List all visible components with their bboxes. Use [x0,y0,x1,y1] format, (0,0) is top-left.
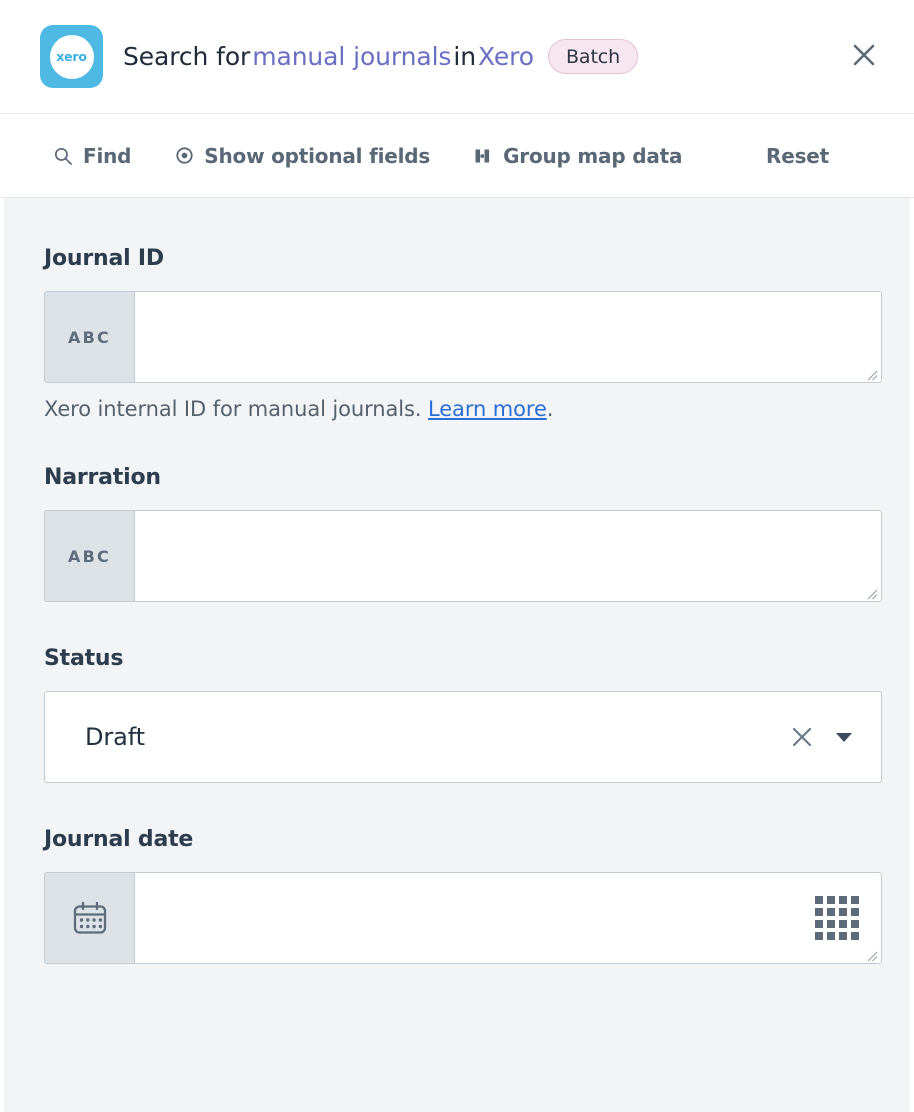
grid-cell [815,920,823,928]
search-modal: xero Search for manual journals in Xero … [0,0,914,1112]
resize-handle-icon [864,585,878,599]
grid-cell [827,932,835,940]
close-icon [849,40,879,73]
field-journal-id-label: Journal ID [44,246,874,271]
chevron-down-icon[interactable] [831,724,857,750]
grid-cell [827,896,835,904]
hint-period: . [547,397,554,421]
toolbar: Find Show optional fields Group map data [0,114,914,198]
learn-more-link[interactable]: Learn more [428,397,547,421]
field-status: Status Draft [44,646,874,783]
resize-handle-icon [864,947,878,961]
title-entity: manual journals [250,42,453,71]
grid-cell [851,920,859,928]
abc-text-icon: ABC [45,292,135,382]
toolbar-item-find[interactable]: Find [52,144,131,168]
grid-cell [839,920,847,928]
close-button[interactable] [842,35,886,79]
title-middle: in [453,42,476,71]
reset-button[interactable]: Reset [766,144,829,168]
grid-cell [827,920,835,928]
narration-input[interactable] [135,511,881,601]
grid-cell [839,896,847,904]
toolbar-item-show-optional-fields[interactable]: Show optional fields [173,144,430,168]
calendar-icon [45,873,135,963]
eye-icon [173,145,195,167]
grid-cell [851,932,859,940]
narration-input-group: ABC [44,510,882,602]
close-icon[interactable] [785,720,819,754]
field-journal-date: Journal date [44,827,874,964]
toolbar-item-group-map-data[interactable]: Group map data [472,144,682,168]
toolbar-item-find-label: Find [83,144,131,168]
field-journal-date-label: Journal date [44,827,874,852]
xero-logo: xero [40,25,103,88]
grid-cell [839,908,847,916]
grid-cell [815,932,823,940]
grid-cell [815,908,823,916]
logo-wordmark: xero [56,49,87,64]
search-icon [52,145,74,167]
journal-date-input[interactable] [135,873,881,963]
grid-cell [815,896,823,904]
page-title: Search for manual journals in Xero Batch [123,39,638,74]
toolbar-item-group-map-data-label: Group map data [503,144,682,168]
hint-text: Xero internal ID for manual journals. [44,397,421,421]
grid-cell [827,908,835,916]
field-status-label: Status [44,646,874,671]
grid-cell [839,932,847,940]
journal-id-input[interactable] [135,292,881,382]
status-badge: Batch [548,39,638,74]
bar-chart-icon [472,145,494,167]
field-journal-id-hint: Xero internal ID for manual journals. Le… [44,397,874,421]
toolbar-item-show-optional-fields-label: Show optional fields [204,144,430,168]
grid-cell [851,896,859,904]
field-narration-label: Narration [44,465,874,490]
title-app: Xero [476,42,536,71]
status-select[interactable]: Draft [44,691,882,783]
abc-text-icon: ABC [45,511,135,601]
grid-cell [851,908,859,916]
journal-id-input-group: ABC [44,291,882,383]
modal-header: xero Search for manual journals in Xero … [0,0,914,114]
grid-picker-icon[interactable] [815,896,859,940]
form-body: Journal ID ABC Xero internal ID for manu… [0,198,914,1112]
resize-handle-icon [864,366,878,380]
logo-circle: xero [50,35,94,79]
title-prefix: Search for [123,42,250,71]
caret-triangle [836,733,852,742]
journal-date-input-group [44,872,882,964]
field-narration: Narration ABC [44,465,874,602]
field-journal-id: Journal ID ABC Xero internal ID for manu… [44,246,874,421]
status-select-value: Draft [85,723,785,751]
